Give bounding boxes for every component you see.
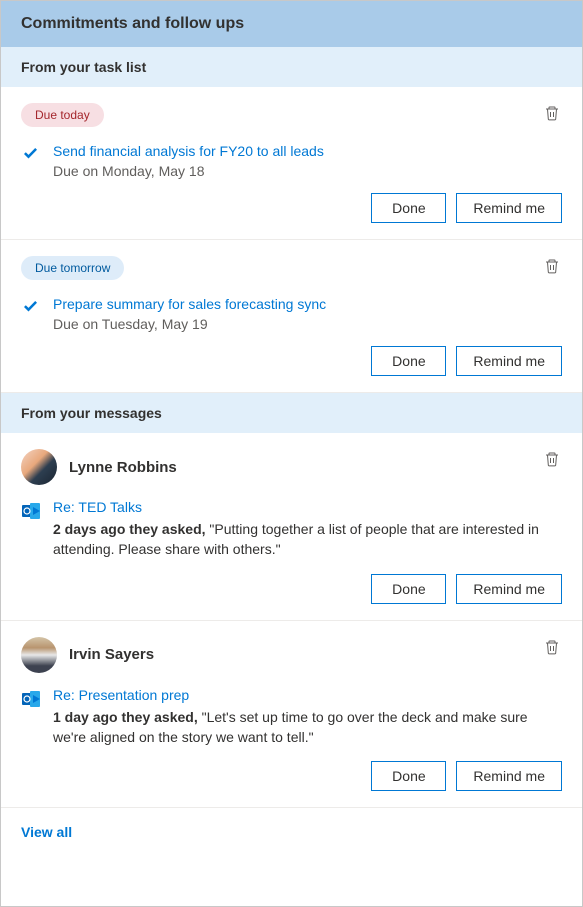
task-row: Send financial analysis for FY20 to all … [21, 143, 562, 179]
messages-section-header: From your messages [1, 393, 582, 433]
task-content: Send financial analysis for FY20 to all … [53, 143, 562, 179]
done-button[interactable]: Done [371, 193, 446, 223]
panel-title: Commitments and follow ups [1, 1, 582, 47]
message-item: Lynne Robbins Re: TED Talks 2 days ago t… [1, 433, 582, 621]
delete-button[interactable] [542, 449, 562, 472]
due-badge-today: Due today [21, 103, 104, 127]
remind-me-button[interactable]: Remind me [456, 574, 562, 604]
message-subject-link[interactable]: Re: TED Talks [53, 499, 562, 515]
task-content: Prepare summary for sales forecasting sy… [53, 296, 562, 332]
checkmark-icon [21, 145, 41, 170]
outlook-icon [21, 689, 41, 714]
sender-row: Irvin Sayers [21, 637, 562, 673]
task-actions: Done Remind me [21, 346, 562, 376]
message-time-prefix: 2 days ago they asked, [53, 521, 206, 537]
message-body: 2 days ago they asked, "Putting together… [53, 519, 562, 560]
sender-name: Lynne Robbins [69, 459, 177, 476]
task-actions: Done Remind me [21, 193, 562, 223]
task-due-text: Due on Monday, May 18 [53, 163, 562, 179]
view-all-link[interactable]: View all [1, 808, 582, 856]
task-title-link[interactable]: Prepare summary for sales forecasting sy… [53, 296, 562, 312]
task-item: Due tomorrow Prepare summary for sales f… [1, 240, 582, 393]
task-due-text: Due on Tuesday, May 19 [53, 316, 562, 332]
trash-icon [544, 643, 560, 658]
tasks-section-header: From your task list [1, 47, 582, 87]
trash-icon [544, 455, 560, 470]
avatar [21, 637, 57, 673]
trash-icon [544, 109, 560, 124]
message-item: Irvin Sayers Re: Presentation prep 1 day… [1, 621, 582, 809]
message-subject-link[interactable]: Re: Presentation prep [53, 687, 562, 703]
sender-row: Lynne Robbins [21, 449, 562, 485]
sender-name: Irvin Sayers [69, 646, 154, 663]
message-row: Re: TED Talks 2 days ago they asked, "Pu… [21, 499, 562, 560]
message-actions: Done Remind me [21, 761, 562, 791]
message-content: Re: Presentation prep 1 day ago they ask… [53, 687, 562, 748]
delete-button[interactable] [542, 103, 562, 126]
message-content: Re: TED Talks 2 days ago they asked, "Pu… [53, 499, 562, 560]
message-time-prefix: 1 day ago they asked, [53, 709, 198, 725]
delete-button[interactable] [542, 637, 562, 660]
remind-me-button[interactable]: Remind me [456, 193, 562, 223]
task-title-link[interactable]: Send financial analysis for FY20 to all … [53, 143, 562, 159]
due-badge-tomorrow: Due tomorrow [21, 256, 124, 280]
done-button[interactable]: Done [371, 574, 446, 604]
done-button[interactable]: Done [371, 761, 446, 791]
done-button[interactable]: Done [371, 346, 446, 376]
delete-button[interactable] [542, 256, 562, 279]
message-row: Re: Presentation prep 1 day ago they ask… [21, 687, 562, 748]
remind-me-button[interactable]: Remind me [456, 346, 562, 376]
task-item: Due today Send financial analysis for FY… [1, 87, 582, 240]
message-body: 1 day ago they asked, "Let's set up time… [53, 707, 562, 748]
trash-icon [544, 262, 560, 277]
message-actions: Done Remind me [21, 574, 562, 604]
commitments-panel: Commitments and follow ups From your tas… [0, 0, 583, 907]
checkmark-icon [21, 298, 41, 323]
outlook-icon [21, 501, 41, 526]
avatar [21, 449, 57, 485]
task-row: Prepare summary for sales forecasting sy… [21, 296, 562, 332]
remind-me-button[interactable]: Remind me [456, 761, 562, 791]
